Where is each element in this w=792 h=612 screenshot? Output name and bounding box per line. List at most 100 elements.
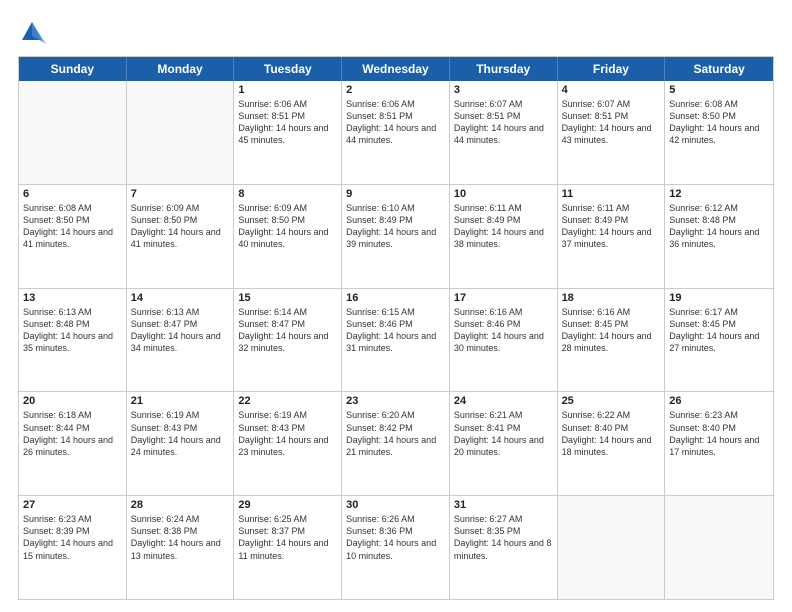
day-info: Sunrise: 6:12 AMSunset: 8:48 PMDaylight:… bbox=[669, 202, 769, 251]
calendar-row-2: 13 Sunrise: 6:13 AMSunset: 8:48 PMDayligh… bbox=[19, 288, 773, 392]
day-number: 18 bbox=[562, 292, 661, 304]
day-info: Sunrise: 6:16 AMSunset: 8:46 PMDaylight:… bbox=[454, 306, 553, 355]
day-number: 16 bbox=[346, 292, 445, 304]
day-info: Sunrise: 6:24 AMSunset: 8:38 PMDaylight:… bbox=[131, 513, 230, 562]
day-info: Sunrise: 6:09 AMSunset: 8:50 PMDaylight:… bbox=[131, 202, 230, 251]
day-number: 23 bbox=[346, 395, 445, 407]
day-cell-11: 11Sunrise: 6:11 AMSunset: 8:49 PMDayligh… bbox=[558, 185, 666, 288]
day-cell-3: 3 Sunrise: 6:07 AMSunset: 8:51 PMDaylight… bbox=[450, 81, 558, 184]
day-number: 31 bbox=[454, 499, 553, 511]
day-number: 19 bbox=[669, 292, 769, 304]
day-number: 5 bbox=[669, 84, 769, 96]
day-info: Sunrise: 6:26 AMSunset: 8:36 PMDaylight:… bbox=[346, 513, 445, 562]
day-info: Sunrise: 6:08 AMSunset: 8:50 PMDaylight:… bbox=[23, 202, 122, 251]
day-cell-15: 15 Sunrise: 6:14 AMSunset: 8:47 PMDayligh… bbox=[234, 289, 342, 392]
calendar-row-0: 1Sunrise: 6:06 AMSunset: 8:51 PMDaylight… bbox=[19, 81, 773, 184]
day-number: 11 bbox=[562, 188, 661, 200]
day-cell-4: 4 Sunrise: 6:07 AMSunset: 8:51 PMDaylight… bbox=[558, 81, 666, 184]
day-cell-13: 13 Sunrise: 6:13 AMSunset: 8:48 PMDayligh… bbox=[19, 289, 127, 392]
day-cell-24: 24Sunrise: 6:21 AMSunset: 8:41 PMDayligh… bbox=[450, 392, 558, 495]
day-cell-9: 9 Sunrise: 6:10 AMSunset: 8:49 PMDaylight… bbox=[342, 185, 450, 288]
day-info: Sunrise: 6:20 AMSunset: 8:42 PMDaylight:… bbox=[346, 409, 445, 458]
day-info: Sunrise: 6:25 AMSunset: 8:37 PMDaylight:… bbox=[238, 513, 337, 562]
day-cell-25: 25Sunrise: 6:22 AMSunset: 8:40 PMDayligh… bbox=[558, 392, 666, 495]
day-info: Sunrise: 6:08 AMSunset: 8:50 PMDaylight:… bbox=[669, 98, 769, 147]
day-cell-8: 8 Sunrise: 6:09 AMSunset: 8:50 PMDaylight… bbox=[234, 185, 342, 288]
day-number: 9 bbox=[346, 188, 445, 200]
day-cell-12: 12 Sunrise: 6:12 AMSunset: 8:48 PMDayligh… bbox=[665, 185, 773, 288]
day-number: 6 bbox=[23, 188, 122, 200]
empty-cell bbox=[127, 81, 235, 184]
header-day-wednesday: Wednesday bbox=[342, 57, 450, 81]
day-cell-14: 14 Sunrise: 6:13 AMSunset: 8:47 PMDayligh… bbox=[127, 289, 235, 392]
logo-icon bbox=[18, 18, 46, 46]
day-cell-26: 26 Sunrise: 6:23 AMSunset: 8:40 PMDayligh… bbox=[665, 392, 773, 495]
header-day-saturday: Saturday bbox=[665, 57, 773, 81]
day-info: Sunrise: 6:16 AMSunset: 8:45 PMDaylight:… bbox=[562, 306, 661, 355]
day-cell-18: 18 Sunrise: 6:16 AMSunset: 8:45 PMDayligh… bbox=[558, 289, 666, 392]
empty-cell bbox=[19, 81, 127, 184]
day-cell-28: 28 Sunrise: 6:24 AMSunset: 8:38 PMDayligh… bbox=[127, 496, 235, 599]
day-info: Sunrise: 6:14 AMSunset: 8:47 PMDaylight:… bbox=[238, 306, 337, 355]
day-info: Sunrise: 6:10 AMSunset: 8:49 PMDaylight:… bbox=[346, 202, 445, 251]
day-info: Sunrise: 6:06 AMSunset: 8:51 PMDaylight:… bbox=[238, 98, 337, 147]
day-number: 14 bbox=[131, 292, 230, 304]
day-info: Sunrise: 6:07 AMSunset: 8:51 PMDaylight:… bbox=[454, 98, 553, 147]
day-number: 17 bbox=[454, 292, 553, 304]
day-number: 20 bbox=[23, 395, 122, 407]
day-number: 7 bbox=[131, 188, 230, 200]
day-cell-31: 31Sunrise: 6:27 AMSunset: 8:35 PMDayligh… bbox=[450, 496, 558, 599]
day-cell-7: 7 Sunrise: 6:09 AMSunset: 8:50 PMDaylight… bbox=[127, 185, 235, 288]
day-info: Sunrise: 6:07 AMSunset: 8:51 PMDaylight:… bbox=[562, 98, 661, 147]
header-day-friday: Friday bbox=[558, 57, 666, 81]
header-day-thursday: Thursday bbox=[450, 57, 558, 81]
day-cell-1: 1Sunrise: 6:06 AMSunset: 8:51 PMDaylight… bbox=[234, 81, 342, 184]
day-info: Sunrise: 6:06 AMSunset: 8:51 PMDaylight:… bbox=[346, 98, 445, 147]
calendar-row-1: 6 Sunrise: 6:08 AMSunset: 8:50 PMDaylight… bbox=[19, 184, 773, 288]
day-info: Sunrise: 6:23 AMSunset: 8:39 PMDaylight:… bbox=[23, 513, 122, 562]
day-info: Sunrise: 6:19 AMSunset: 8:43 PMDaylight:… bbox=[238, 409, 337, 458]
day-info: Sunrise: 6:13 AMSunset: 8:47 PMDaylight:… bbox=[131, 306, 230, 355]
calendar-row-3: 20Sunrise: 6:18 AMSunset: 8:44 PMDayligh… bbox=[19, 391, 773, 495]
header-day-tuesday: Tuesday bbox=[234, 57, 342, 81]
day-info: Sunrise: 6:17 AMSunset: 8:45 PMDaylight:… bbox=[669, 306, 769, 355]
day-cell-20: 20Sunrise: 6:18 AMSunset: 8:44 PMDayligh… bbox=[19, 392, 127, 495]
day-number: 15 bbox=[238, 292, 337, 304]
day-cell-10: 10 Sunrise: 6:11 AMSunset: 8:49 PMDayligh… bbox=[450, 185, 558, 288]
day-info: Sunrise: 6:13 AMSunset: 8:48 PMDaylight:… bbox=[23, 306, 122, 355]
day-number: 12 bbox=[669, 188, 769, 200]
empty-cell bbox=[665, 496, 773, 599]
day-cell-17: 17 Sunrise: 6:16 AMSunset: 8:46 PMDayligh… bbox=[450, 289, 558, 392]
day-cell-27: 27 Sunrise: 6:23 AMSunset: 8:39 PMDayligh… bbox=[19, 496, 127, 599]
day-cell-5: 5 Sunrise: 6:08 AMSunset: 8:50 PMDaylight… bbox=[665, 81, 773, 184]
logo bbox=[18, 18, 48, 46]
day-number: 22 bbox=[238, 395, 337, 407]
calendar-header: SundayMondayTuesdayWednesdayThursdayFrid… bbox=[19, 57, 773, 81]
day-cell-22: 22 Sunrise: 6:19 AMSunset: 8:43 PMDayligh… bbox=[234, 392, 342, 495]
day-number: 27 bbox=[23, 499, 122, 511]
day-number: 26 bbox=[669, 395, 769, 407]
day-info: Sunrise: 6:21 AMSunset: 8:41 PMDaylight:… bbox=[454, 409, 553, 458]
day-info: Sunrise: 6:09 AMSunset: 8:50 PMDaylight:… bbox=[238, 202, 337, 251]
day-number: 10 bbox=[454, 188, 553, 200]
day-cell-21: 21Sunrise: 6:19 AMSunset: 8:43 PMDayligh… bbox=[127, 392, 235, 495]
day-info: Sunrise: 6:23 AMSunset: 8:40 PMDaylight:… bbox=[669, 409, 769, 458]
day-number: 13 bbox=[23, 292, 122, 304]
day-number: 8 bbox=[238, 188, 337, 200]
day-cell-6: 6 Sunrise: 6:08 AMSunset: 8:50 PMDaylight… bbox=[19, 185, 127, 288]
calendar-row-4: 27 Sunrise: 6:23 AMSunset: 8:39 PMDayligh… bbox=[19, 495, 773, 599]
day-number: 4 bbox=[562, 84, 661, 96]
day-cell-2: 2Sunrise: 6:06 AMSunset: 8:51 PMDaylight… bbox=[342, 81, 450, 184]
day-cell-30: 30 Sunrise: 6:26 AMSunset: 8:36 PMDayligh… bbox=[342, 496, 450, 599]
header-day-monday: Monday bbox=[127, 57, 235, 81]
day-number: 30 bbox=[346, 499, 445, 511]
calendar: SundayMondayTuesdayWednesdayThursdayFrid… bbox=[18, 56, 774, 600]
day-number: 3 bbox=[454, 84, 553, 96]
day-cell-16: 16 Sunrise: 6:15 AMSunset: 8:46 PMDayligh… bbox=[342, 289, 450, 392]
header-day-sunday: Sunday bbox=[19, 57, 127, 81]
day-number: 28 bbox=[131, 499, 230, 511]
day-info: Sunrise: 6:15 AMSunset: 8:46 PMDaylight:… bbox=[346, 306, 445, 355]
page-header bbox=[18, 18, 774, 46]
day-cell-29: 29Sunrise: 6:25 AMSunset: 8:37 PMDayligh… bbox=[234, 496, 342, 599]
day-info: Sunrise: 6:11 AMSunset: 8:49 PMDaylight:… bbox=[454, 202, 553, 251]
